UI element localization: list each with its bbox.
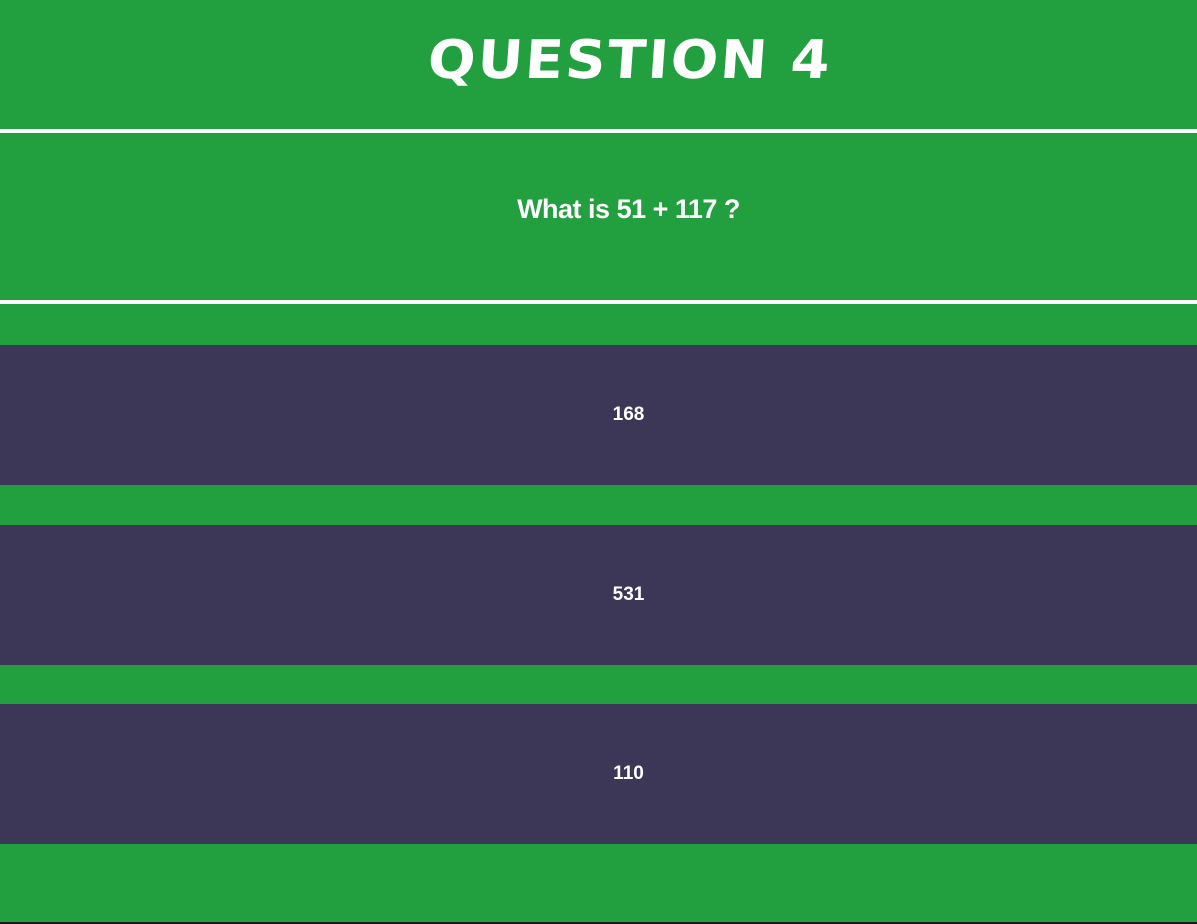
answer-button-2[interactable]: 531 — [0, 525, 1197, 665]
divider-bottom — [0, 300, 1197, 304]
header: QUESTION 4 — [0, 0, 1197, 129]
answer-label: 168 — [612, 404, 645, 425]
answer-label: 531 — [612, 584, 645, 605]
question-text: What is 51 + 117 ? — [517, 194, 740, 224]
quiz-page: QUESTION 4 What is 51 + 117 ? 168 531 11… — [0, 0, 1197, 924]
answer-button-1[interactable]: 168 — [0, 345, 1197, 485]
question-box: What is 51 + 117 ? — [0, 133, 1197, 300]
page-title: QUESTION 4 — [425, 29, 834, 92]
answer-button-3[interactable]: 110 — [0, 704, 1197, 844]
answer-label: 110 — [613, 763, 644, 784]
